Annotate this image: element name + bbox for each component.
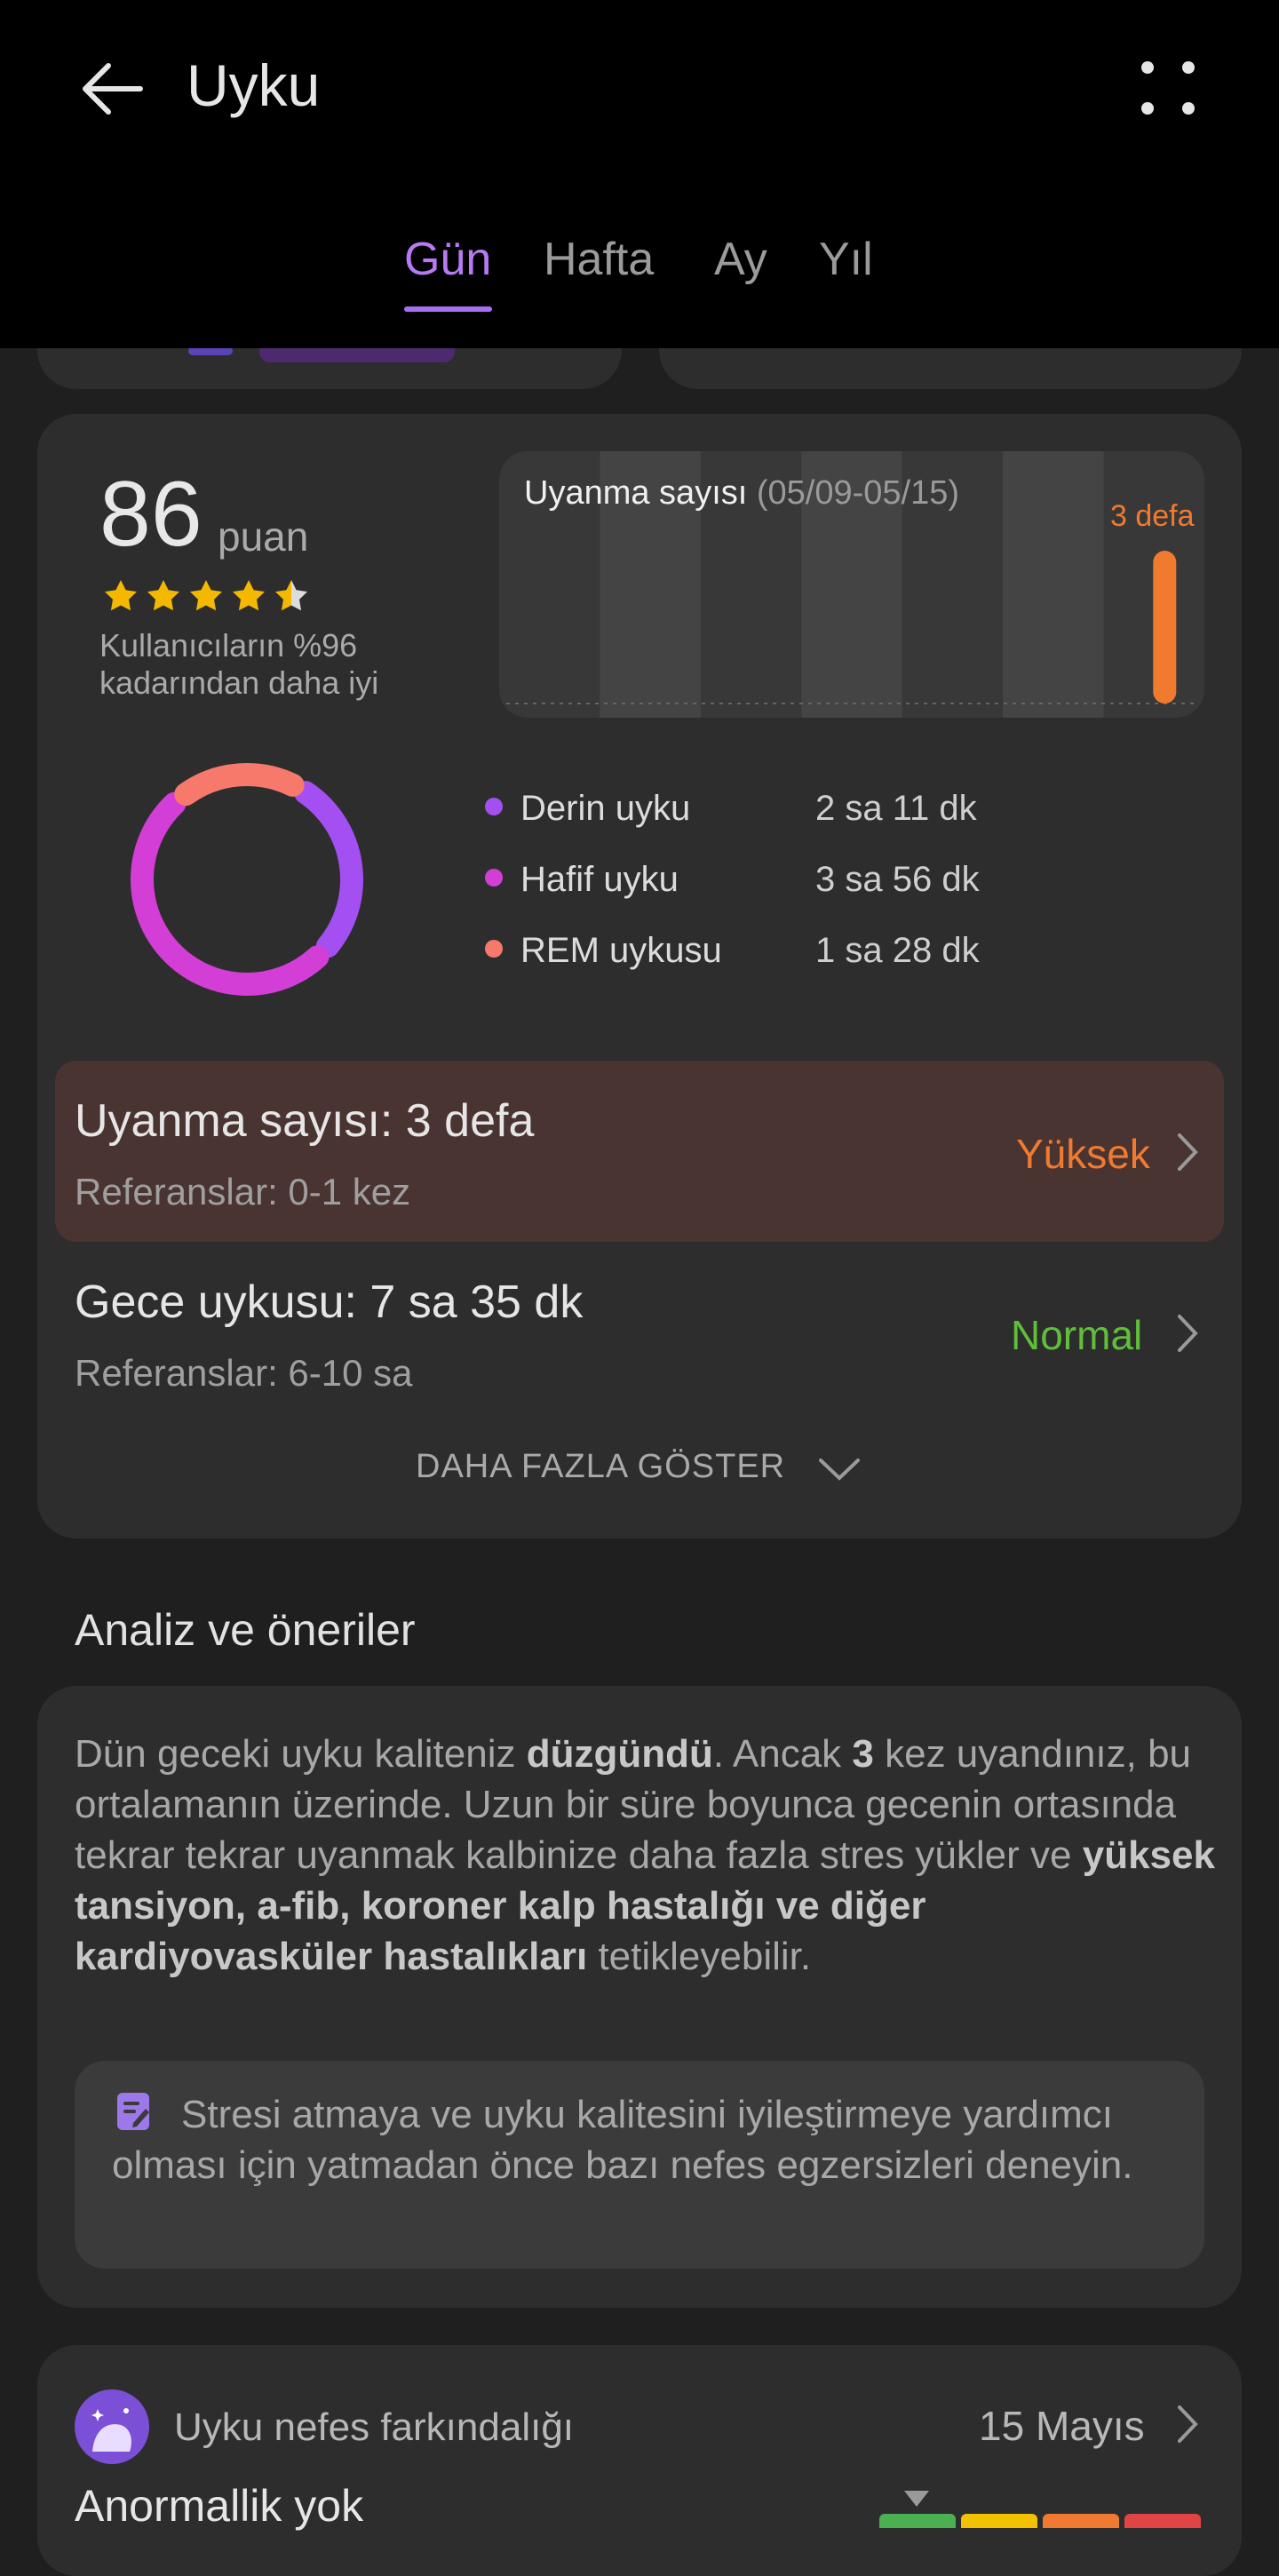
tab-week[interactable]: Hafta	[544, 233, 654, 286]
analysis-text: Dün geceki uyku kaliteniz düzgündü. Anca…	[75, 1732, 1215, 1978]
light-sleep-dot	[485, 869, 503, 886]
chevron-right-icon[interactable]	[1174, 2402, 1201, 2446]
chart-column-stripe	[1003, 451, 1104, 718]
sleep-score: 86	[99, 463, 203, 566]
sleep-stages-donut[interactable]	[124, 757, 369, 1002]
legend-label: Hafif uyku	[520, 860, 679, 899]
half-star-icon	[275, 580, 307, 611]
star-icon	[105, 580, 137, 611]
wake-chart-value-label: 3 defa	[1110, 499, 1195, 533]
star-icon	[147, 580, 179, 611]
night-sleep-title[interactable]: Gece uykusu: 7 sa 35 dk	[75, 1276, 583, 1329]
legend-label: REM uykusu	[520, 931, 722, 970]
breathing-tip-text: Stresi atmaya ve uyku kalitesini iyileşt…	[112, 2093, 1133, 2187]
breathing-date: 15 Mayıs	[979, 2403, 1145, 2449]
legend-value: 2 sa 11 dk	[815, 789, 977, 828]
scale-segment-severe	[1124, 2514, 1201, 2528]
night-sleep-status[interactable]: Normal	[1011, 1311, 1142, 1359]
donut-segment-0	[293, 781, 363, 958]
tab-month[interactable]: Ay	[714, 233, 767, 286]
app-bar: Uyku Gün Hafta Ay Yıl	[0, 0, 1279, 348]
legend-value: 3 sa 56 dk	[815, 860, 980, 899]
scale-segment-normal	[879, 2514, 956, 2528]
star-icon	[190, 580, 222, 611]
donut-segment-2	[174, 763, 305, 807]
active-tab-indicator	[404, 306, 492, 312]
legend-label: Derin uyku	[520, 789, 691, 828]
star-rating	[105, 580, 307, 611]
chevron-right-icon	[1178, 1133, 1198, 1171]
breathing-title: Uyku nefes farkındalığı	[174, 2405, 575, 2449]
sleep-breathing-card[interactable]	[37, 2345, 1242, 2576]
legend-value: 1 sa 28 dk	[815, 931, 980, 970]
show-more-button[interactable]: DAHA FAZLA GÖSTER	[416, 1448, 785, 1486]
legend-light-sleep: Hafif uyku 3 sa 56 dk	[480, 855, 1101, 926]
deep-sleep-dot	[485, 798, 503, 815]
period-tabs: Gün Hafta Ay Yıl	[0, 233, 1279, 313]
score-unit: puan	[218, 513, 309, 560]
scale-segment-mild	[961, 2514, 1037, 2528]
chevron-right-icon	[1178, 1315, 1198, 1352]
legend-rem-sleep: REM uykusu 1 sa 28 dk	[480, 926, 1101, 997]
rem-sleep-dot	[485, 940, 503, 958]
analysis-section-title: Analiz ve öneriler	[75, 1605, 416, 1655]
scale-pointer-icon	[904, 2491, 929, 2507]
sleep-breathing-icon	[75, 2389, 149, 2464]
sleep-stages-legend: Derin uyku 2 sa 11 dk Hafif uyku 3 sa 56…	[480, 783, 1101, 997]
night-sleep-reference: Referanslar: 6-10 sa	[75, 1352, 413, 1394]
tab-day[interactable]: Gün	[404, 233, 491, 286]
back-arrow-icon[interactable]	[76, 53, 147, 124]
scale-segment-moderate	[1043, 2514, 1119, 2528]
tab-year[interactable]: Yıl	[819, 233, 873, 286]
more-options-icon[interactable]	[1137, 57, 1199, 119]
donut-segment-1	[131, 791, 330, 996]
wake-bar-05/15	[1153, 551, 1177, 704]
breathing-status: Anormallik yok	[75, 2481, 364, 2531]
wake-chart-title: Uyanma sayısı (05/09-05/15)	[524, 474, 960, 512]
wake-count-title: Uyanma sayısı: 3 defa	[75, 1095, 535, 1147]
wake-count-reference: Referanslar: 0-1 kez	[75, 1171, 411, 1212]
page-title: Uyku	[187, 52, 321, 118]
chevron-down-icon[interactable]	[817, 1455, 862, 1482]
score-comparison: Kullanıcıların %96 kadarından daha iyi	[99, 627, 379, 701]
star-icon	[233, 580, 265, 611]
legend-deep-sleep: Derin uyku 2 sa 11 dk	[480, 783, 1101, 855]
wake-count-status: Yüksek	[1016, 1131, 1150, 1177]
